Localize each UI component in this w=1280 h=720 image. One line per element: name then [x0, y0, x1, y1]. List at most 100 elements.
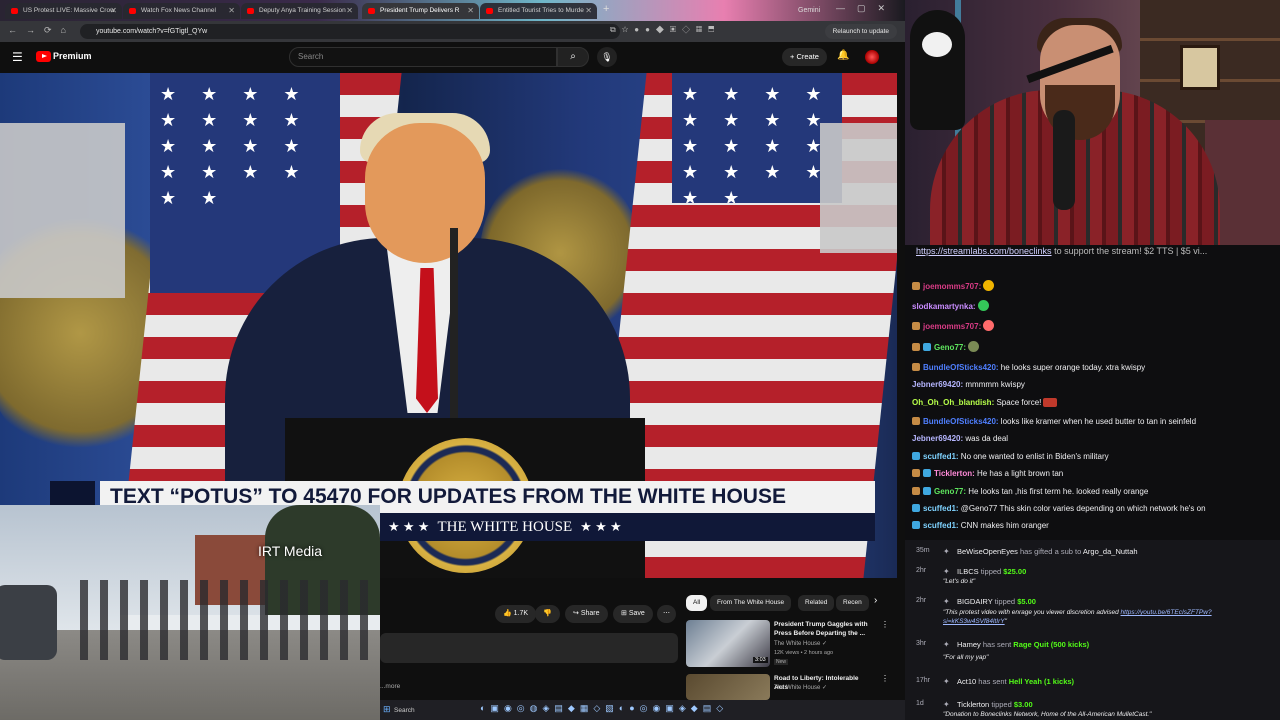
streamlabs-link[interactable]: https://streamlabs.com/boneclinks [916, 246, 1052, 256]
youtube-logo-icon[interactable] [36, 51, 51, 62]
badge-icon [912, 487, 920, 495]
badge-icon [923, 343, 931, 351]
nav-buttons-icon[interactable]: ←→⟳⌂ [8, 25, 75, 36]
us-flag-emote-icon [1043, 398, 1058, 407]
extension-icons[interactable]: ⧉☆●●◆▣◇▦⬒ [610, 25, 720, 35]
menu-icon[interactable]: ☰ [12, 50, 23, 64]
youtube-header: ☰ Premium Search ⌕ 🎙 + Create 🔔 [0, 42, 905, 73]
more-vert-icon[interactable]: ⋮ [881, 620, 889, 629]
badge-icon [912, 343, 920, 351]
irt-media-watermark: IRT Media [258, 543, 323, 559]
more-actions-button[interactable]: ⋯ [657, 605, 676, 623]
channel-name[interactable]: The White House ✓ [774, 684, 827, 691]
tab-president-trump[interactable]: President Trump Delivers R ✕ [362, 3, 479, 19]
stream-promo-banner: https://streamlabs.com/boneclinks to sup… [905, 245, 1280, 258]
police-car [0, 585, 57, 660]
tab-us-protest[interactable]: US Protest LIVE: Massive Crow ✕ [5, 3, 122, 19]
youtube-favicon-icon [247, 8, 254, 14]
chat-message: scuffed1: CNN makes him oranger [912, 517, 1049, 534]
emote-icon [968, 341, 980, 352]
windows-start-icon[interactable]: ⊞ [383, 704, 391, 715]
emote-icon [983, 280, 995, 291]
picture-frame [1180, 45, 1220, 90]
figurine [910, 10, 965, 130]
chyron-subline: ★ ★ ★ THE WHITE HOUSE ★ ★ ★ [380, 513, 875, 541]
tab-fox-news[interactable]: Watch Fox News Channel ✕ [123, 3, 240, 19]
channel-name[interactable]: The White House ✓ [774, 640, 827, 647]
tab-gemini[interactable]: Gemini [798, 3, 820, 19]
kick-icon: ✦ [943, 677, 950, 686]
youtube-premium-label[interactable]: Premium [53, 51, 92, 61]
chat-message: BundleOfSticks420: he looks super orange… [912, 359, 1145, 376]
kick-icon: ✦ [943, 640, 950, 649]
notifications-bell-icon[interactable]: 🔔 [837, 50, 849, 61]
description-box[interactable] [380, 633, 678, 663]
save-button[interactable]: ⊞ Save [613, 605, 653, 623]
chat-message: joemomms707: [912, 278, 995, 295]
video-player[interactable]: ★ ★ ★ ★ ★ ★ ★ ★ ★ ★ ★ ★ ★ ★ ★ ★ ★ ★ ★ ★ … [0, 73, 897, 578]
chat-message: Jebner69420: was da deal [912, 434, 1009, 443]
badge-icon [912, 452, 920, 460]
badge-icon [912, 322, 920, 330]
streamer-webcam [905, 0, 1280, 245]
chat-message: Ticklerton: He has a light brown tan [912, 465, 1063, 482]
badge-icon [923, 469, 931, 477]
video-below-area: 👍 1.7K 👎 ↪ Share ⊞ Save ⋯ ...more All Fr… [380, 578, 905, 700]
chip-recent[interactable]: Recen [836, 595, 869, 611]
chip-all[interactable]: All [686, 595, 708, 611]
badge-icon [912, 363, 920, 371]
close-tab-icon[interactable]: ✕ [228, 3, 235, 19]
browser-window: US Protest LIVE: Massive Crow ✕ Watch Fox… [0, 0, 905, 720]
new-tab-plus-icon[interactable]: + [603, 3, 609, 15]
recommended-video[interactable]: 3:03 President Trump Gaggles with Press … [686, 620, 889, 670]
flag-stars-right: ★ ★ ★ ★ ★ ★ ★ ★ ★ ★ ★ ★ ★ ★ ★ ★ ★ ★ [672, 73, 842, 203]
tab-strip: US Protest LIVE: Massive Crow ✕ Watch Fox… [0, 0, 905, 21]
video-meta: 12K views • 2 hours ago [774, 650, 834, 656]
create-button[interactable]: + Create [782, 48, 827, 66]
relaunch-button[interactable]: Relaunch to update [824, 24, 897, 39]
emote-icon [977, 300, 989, 311]
emote-icon [983, 320, 995, 331]
tip-icon: ✦ [943, 700, 950, 709]
badge-icon [923, 487, 931, 495]
badge-icon [912, 282, 920, 290]
dislike-button[interactable]: 👎 [535, 605, 560, 623]
youtube-favicon-icon [11, 8, 18, 14]
close-tab-icon[interactable]: ✕ [346, 3, 353, 19]
podium-microphone [450, 228, 458, 418]
stars-icon: ★ ★ ★ [388, 519, 430, 534]
chip-related[interactable]: Related [798, 595, 835, 611]
youtube-favicon-icon [129, 8, 136, 14]
avatar[interactable] [865, 50, 879, 64]
share-button[interactable]: ↪ Share [565, 605, 608, 623]
window-controls[interactable]: —▢✕ [836, 3, 897, 14]
video-title[interactable]: President Trump Gaggles with Press Befor… [774, 620, 874, 638]
activity-feed: 35m ✦ BeWiseOpenEyes has gifted a sub to… [905, 540, 1280, 720]
video-thumbnail[interactable] [686, 674, 770, 700]
search-icon[interactable]: ⌕ [557, 47, 589, 67]
taskbar-search[interactable]: Search [394, 707, 415, 714]
chat-message: Jebner69420: mmmmm kwispy [912, 380, 1025, 389]
search-input[interactable]: Search [289, 47, 557, 67]
badge-icon [912, 504, 920, 512]
protest-camera-overlay: IRT Media [0, 505, 380, 720]
new-badge: New [774, 659, 789, 665]
gift-icon: ✦ [943, 547, 950, 556]
close-tab-icon[interactable]: ✕ [110, 3, 117, 19]
taskbar-app-icons[interactable]: ◐▣◉◎◍◈▤◆▦◇▧◐●◎◉▣◈◆▤◇ [480, 703, 728, 714]
tip-icon: ✦ [943, 567, 950, 576]
more-vert-icon[interactable]: ⋮ [881, 674, 889, 683]
show-more-link[interactable]: ...more [380, 683, 400, 690]
close-tab-icon[interactable]: ✕ [467, 3, 474, 19]
chip-from-the-white-house[interactable]: From The White House [710, 595, 792, 611]
chat-message: Geno77: He looks tan ,his first term he.… [912, 483, 1148, 500]
voice-search-icon[interactable]: 🎙 [597, 47, 617, 67]
chat-message: Geno77: [912, 339, 980, 356]
tab-deputy-anya[interactable]: Deputy Anya Training Session ✕ [241, 3, 358, 19]
like-button[interactable]: 👍 1.7K [495, 605, 537, 623]
close-tab-icon[interactable]: ✕ [585, 3, 592, 19]
url-field[interactable]: youtube.com/watch?v=fGTigtl_QYw [80, 24, 620, 39]
chevron-right-icon[interactable]: › [874, 595, 877, 606]
duration-badge: 3:03 [753, 657, 768, 663]
tab-entitled-tourist[interactable]: Entitled Tourist Tries to Murde ✕ [480, 3, 597, 19]
